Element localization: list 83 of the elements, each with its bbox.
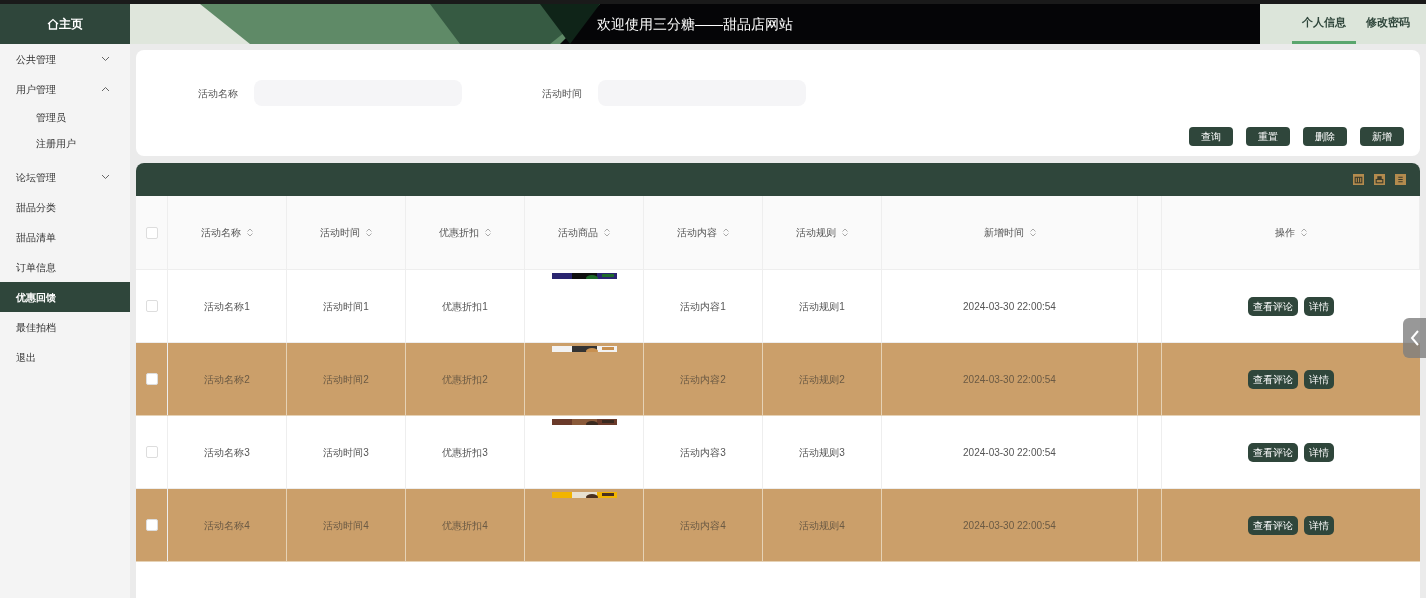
table-cell-text: 活动规则3 [799, 445, 845, 460]
table-cell-text: 活动时间2 [323, 372, 369, 387]
sidebar-item[interactable]: 公共管理 [0, 44, 130, 74]
header-tab[interactable]: 个人信息 [1292, 4, 1356, 44]
sort-icon[interactable] [366, 228, 372, 237]
site-title: 欢迎使用三分糖——甜品店网站 [597, 14, 793, 34]
column-header[interactable]: 活动名称 [201, 225, 241, 240]
action-button[interactable]: 查询 [1189, 127, 1233, 146]
printer-icon[interactable] [1374, 174, 1385, 185]
checkbox[interactable] [145, 446, 158, 458]
sort-icon[interactable] [604, 228, 610, 237]
sort-icon[interactable] [485, 228, 491, 237]
row-action-button[interactable]: 查看评论 [1248, 369, 1298, 389]
table-cell-text: 优惠折扣1 [442, 299, 488, 314]
sort-icon[interactable] [1029, 228, 1036, 237]
table-cell-text: 活动名称1 [204, 299, 250, 314]
table-cell-text: 活动内容1 [680, 299, 726, 314]
action-button[interactable]: 重置 [1246, 127, 1290, 146]
sidebar-subitem[interactable]: 管理员 [0, 104, 130, 130]
table-cell-text: 优惠折扣4 [442, 518, 488, 533]
chevron-left-icon [1409, 330, 1420, 346]
checkbox[interactable] [145, 373, 158, 385]
row-action-button[interactable]: 详情 [1304, 369, 1334, 389]
checkbox[interactable] [145, 226, 158, 239]
sidebar-item[interactable]: 订单信息 [0, 252, 130, 282]
sidebar-item[interactable]: 优惠回馈 [0, 282, 130, 312]
home-icon [47, 18, 59, 30]
row-action-button[interactable]: 查看评论 [1248, 442, 1298, 462]
table-cell-text: 活动内容4 [680, 518, 726, 533]
table-cell-text: 活动规则4 [799, 518, 845, 533]
table-cell-text: 活动时间4 [323, 518, 369, 533]
table-cell-text: 活动规则2 [799, 372, 845, 387]
table-cell-text: 优惠折扣2 [442, 372, 488, 387]
row-action-button[interactable]: 详情 [1304, 442, 1334, 462]
column-header[interactable]: 活动时间 [320, 225, 360, 240]
table-cell-text: 2024-03-30 22:00:54 [963, 372, 1056, 387]
table-cell-text: 活动内容2 [680, 372, 726, 387]
grid-icon[interactable] [1353, 174, 1364, 185]
sort-icon[interactable] [842, 228, 848, 237]
sidebar-item[interactable]: 甜品分类 [0, 192, 130, 222]
side-toggle[interactable] [1403, 318, 1426, 358]
column-header[interactable]: 活动内容 [677, 225, 717, 240]
checkbox[interactable] [145, 300, 158, 312]
table-cell-text: 活动名称2 [204, 372, 250, 387]
table-cell-text: 优惠折扣3 [442, 445, 488, 460]
sort-icon[interactable] [1300, 228, 1307, 237]
home-link[interactable]: 主页 [47, 15, 83, 33]
sidebar-item[interactable]: 论坛管理 [0, 162, 130, 192]
action-button[interactable]: 删除 [1303, 127, 1347, 146]
table-cell-text: 活动内容3 [680, 445, 726, 460]
row-action-button[interactable]: 查看评论 [1248, 296, 1298, 316]
field-label: 活动时间 [542, 86, 582, 101]
column-header[interactable]: 活动商品 [558, 225, 598, 240]
table-row[interactable]: 活动名称4 活动时间4 优惠折扣4 活动内容4 活动规则4 2024-03-30 22:00:54 查看评论 详情 [136, 489, 1420, 562]
table-cell-text: 2024-03-30 22:00:54 [963, 299, 1056, 314]
column-header[interactable]: 新增时间 [983, 225, 1024, 240]
table-row[interactable]: 活动名称3 活动时间3 优惠折扣3 活动内容3 活动规则3 2024-03-30 22:00:54 查看评论 详情 [136, 416, 1420, 489]
sidebar-subitem[interactable]: 注册用户 [0, 130, 130, 156]
table-cell-text: 活动名称4 [204, 518, 250, 533]
column-header[interactable]: 活动规则 [796, 225, 836, 240]
sidebar-item[interactable]: 甜品清单 [0, 222, 130, 252]
document-icon[interactable] [1395, 174, 1406, 185]
sidebar-item[interactable]: 用户管理 [0, 74, 130, 104]
row-action-button[interactable]: 详情 [1304, 515, 1334, 535]
table-cell-text: 活动时间1 [323, 299, 369, 314]
column-header[interactable]: 操作 [1274, 225, 1295, 240]
row-action-button[interactable]: 查看评论 [1248, 515, 1298, 535]
sidebar-item[interactable]: 退出 [0, 342, 130, 372]
sort-icon[interactable] [723, 228, 729, 237]
table-cell-text: 2024-03-30 22:00:54 [963, 445, 1056, 460]
table-row[interactable]: 活动名称2 活动时间2 优惠折扣2 活动内容2 活动规则2 2024-03-30 22:00:54 查看评论 详情 [136, 343, 1420, 416]
sidebar-item[interactable]: 最佳拍档 [0, 312, 130, 342]
field-label: 活动名称 [198, 86, 238, 101]
sort-icon[interactable] [247, 228, 253, 237]
header-tab[interactable]: 修改密码 [1356, 4, 1420, 44]
action-button[interactable]: 新增 [1360, 127, 1404, 146]
column-header[interactable]: 优惠折扣 [439, 225, 479, 240]
checkbox[interactable] [145, 519, 158, 531]
table-cell-text: 活动时间3 [323, 445, 369, 460]
table-cell-text: 2024-03-30 22:00:54 [963, 518, 1056, 533]
table-cell-text: 活动规则1 [799, 299, 845, 314]
row-action-button[interactable]: 详情 [1304, 296, 1334, 316]
table-cell-text: 活动名称3 [204, 445, 250, 460]
